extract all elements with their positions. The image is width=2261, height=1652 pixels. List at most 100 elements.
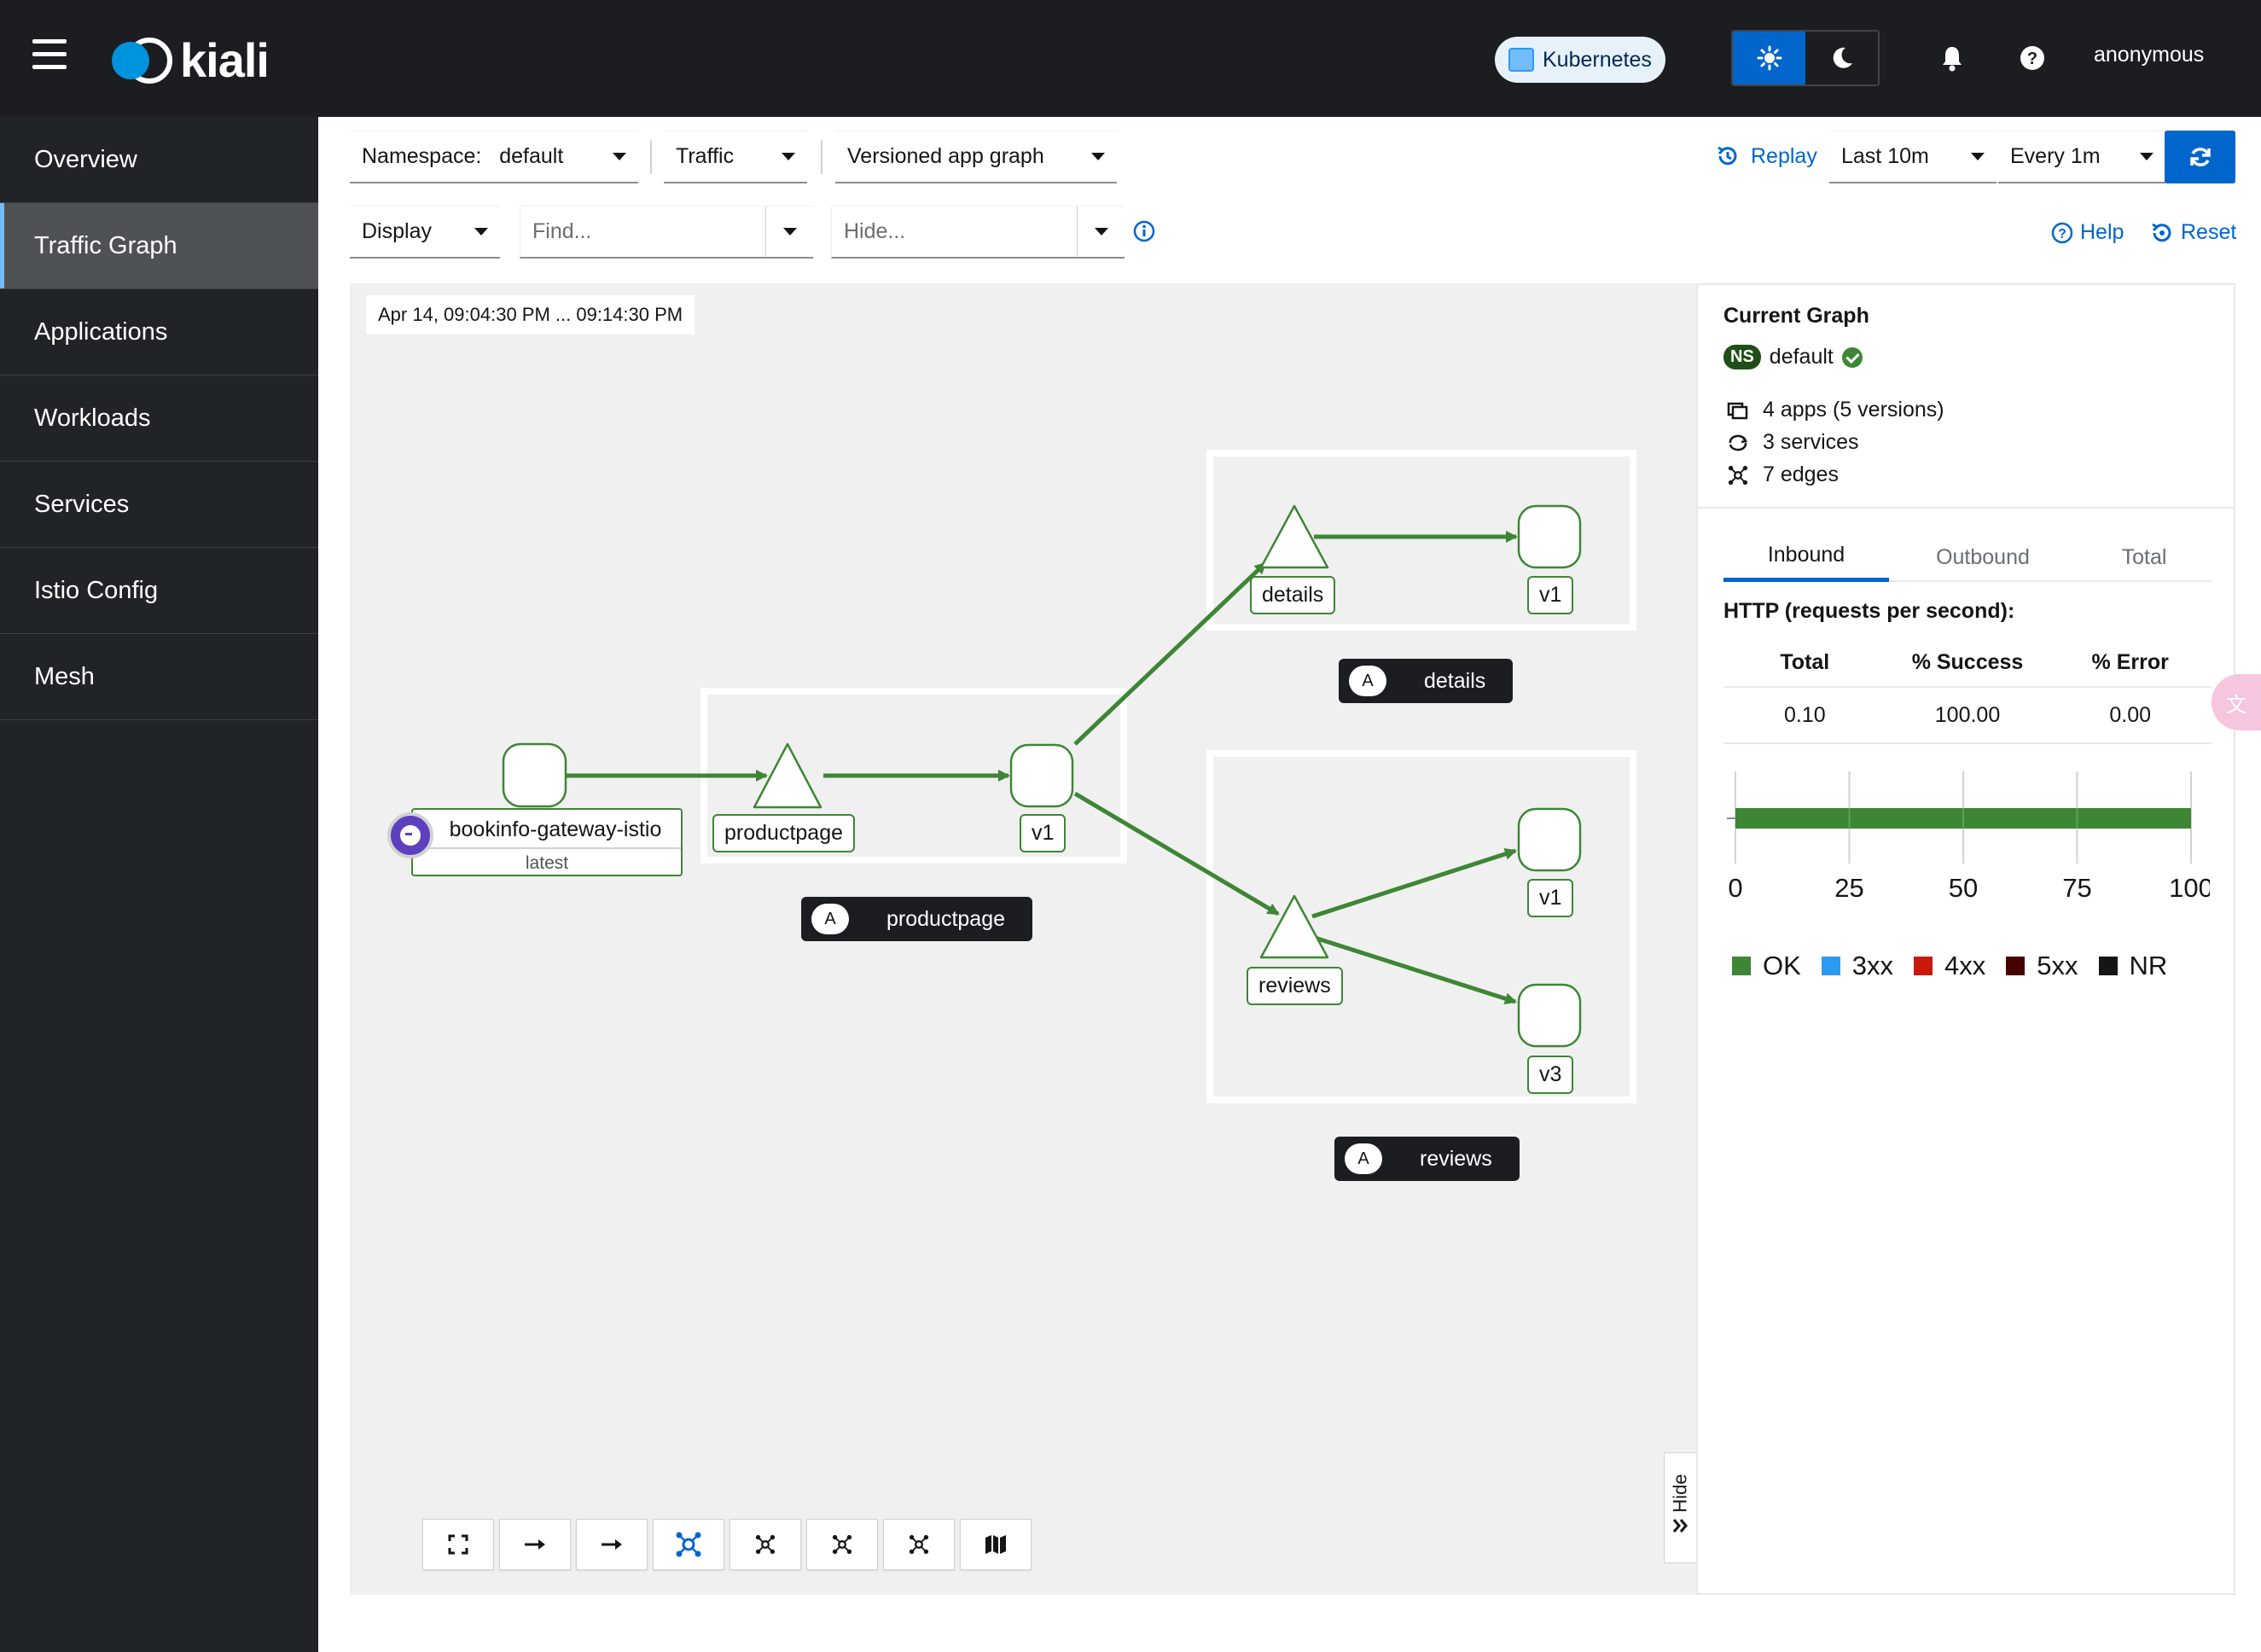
replay-button[interactable]: Replay: [1715, 143, 1817, 169]
hide-input[interactable]: Hide...: [831, 206, 1125, 259]
chevron-down-icon: [613, 153, 626, 160]
gateway-icon: [387, 812, 433, 858]
long-arrow-right-icon: [525, 1539, 545, 1550]
total-rate-cell: 0.10: [1784, 702, 1826, 727]
x-tick-label: 0: [1728, 873, 1742, 899]
reviews-v3-node: [1517, 983, 1582, 1048]
sidebar-item-workloads[interactable]: Workloads: [0, 375, 318, 462]
topology-icon: [1728, 465, 1748, 485]
chevron-down-icon: [1091, 153, 1105, 160]
hide-placeholder: Hide...: [844, 219, 906, 243]
refresh-button[interactable]: [2165, 131, 2235, 183]
divider: [650, 140, 652, 174]
graph-toolbar: [422, 1519, 1037, 1570]
kiali-logo[interactable]: kiali: [107, 32, 270, 88]
productpage-service-label[interactable]: productpage: [712, 814, 856, 852]
reviews-service-label[interactable]: reviews: [1247, 967, 1343, 1005]
legend-label: OK: [1763, 951, 1801, 980]
legend-item-ok: OK: [1732, 951, 1801, 981]
user-menu[interactable]: anonymous: [2094, 43, 2204, 67]
reviews-v1-label[interactable]: v1: [1527, 879, 1574, 917]
cluster-badge[interactable]: Kubernetes: [1495, 37, 1665, 83]
graph-canvas[interactable]: Apr 14, 09:04:30 PM ... 09:14:30 PM book…: [350, 283, 1696, 1595]
column-header: % Success: [1911, 650, 2024, 674]
display-dropdown[interactable]: Display: [350, 206, 500, 259]
find-placeholder: Find...: [532, 219, 592, 243]
details-service-label[interactable]: details: [1250, 576, 1336, 614]
traffic-dropdown[interactable]: Traffic: [664, 131, 807, 183]
duration-value: Last 10m: [1841, 144, 1929, 168]
legend-item-5xx: 5xx: [2006, 951, 2078, 981]
help-label: Help: [2080, 220, 2124, 244]
map-icon: [985, 1535, 1006, 1554]
tab-outbound[interactable]: Outbound: [1889, 532, 2077, 582]
bell-icon[interactable]: [1935, 41, 1969, 75]
details-v1-label[interactable]: v1: [1527, 576, 1574, 614]
sync-icon: [2189, 148, 2211, 166]
namespace-name[interactable]: default: [1770, 345, 1834, 369]
namespace-dropdown[interactable]: Namespace: default: [350, 131, 638, 183]
sidebar-item-services[interactable]: Services: [0, 462, 318, 548]
legend-item-nr: NR: [2098, 951, 2167, 981]
translate-icon[interactable]: 文: [2212, 674, 2261, 730]
app-badge: A: [811, 904, 849, 934]
legend-button[interactable]: [960, 1519, 1032, 1570]
sidebar-item-traffic-graph[interactable]: Traffic Graph: [0, 203, 318, 289]
help-icon[interactable]: ?: [2015, 41, 2049, 75]
hamburger-menu-icon[interactable]: [32, 39, 67, 72]
svg-text:?: ?: [2027, 49, 2037, 68]
find-options-button[interactable]: [765, 206, 813, 257]
column-header: % Error: [2091, 650, 2169, 674]
apps-count-row: 4 apps (5 versions): [1727, 398, 1944, 422]
namespace-label: Namespace:: [362, 144, 482, 168]
reviews-v3-label[interactable]: v3: [1527, 1056, 1574, 1094]
namespace-value: default: [499, 144, 564, 168]
productpage-app-label[interactable]: A productpage: [801, 897, 1033, 941]
sidebar-item-applications[interactable]: Applications: [0, 289, 318, 375]
help-link[interactable]: ? Help: [2051, 220, 2124, 245]
layout-vertical-button[interactable]: [576, 1519, 648, 1570]
layout-3-button[interactable]: [883, 1519, 955, 1570]
sidebar-item-mesh[interactable]: Mesh: [0, 634, 318, 720]
rate-table-header: Total % Success % Error: [1723, 643, 2212, 688]
tab-inbound[interactable]: Inbound: [1723, 532, 1889, 582]
hide-panel-tab[interactable]: Hide: [1664, 1452, 1696, 1563]
info-icon[interactable]: [1133, 220, 1155, 242]
error-rate-cell: 0.00: [2109, 702, 2152, 727]
reset-label: Reset: [2181, 220, 2237, 244]
sidebar-item-istio-config[interactable]: Istio Config: [0, 548, 318, 634]
legend-label: 5xx: [2037, 951, 2078, 980]
light-theme-button[interactable]: [1733, 32, 1805, 84]
details-app-label[interactable]: A details: [1339, 659, 1514, 703]
dark-theme-button[interactable]: [1805, 32, 1878, 84]
tab-total[interactable]: Total: [2077, 532, 2212, 582]
masthead: kiali Kubernetes ? anonymous: [0, 0, 2261, 117]
sidebar-item-overview[interactable]: Overview: [0, 117, 318, 203]
find-input[interactable]: Find...: [520, 206, 813, 259]
table-row: 0.10 100.00 0.00: [1723, 688, 2212, 744]
theme-toggle[interactable]: [1731, 30, 1880, 86]
services-count: 3 services: [1763, 430, 1859, 454]
graph-type-dropdown[interactable]: Versioned app graph: [835, 131, 1117, 183]
chevron-down-icon: [2140, 153, 2153, 160]
productpage-v1-label[interactable]: v1: [1020, 814, 1067, 852]
topology-icon: [755, 1534, 776, 1555]
x-tick-label: 100: [2169, 873, 2210, 899]
layout-default-button[interactable]: [653, 1519, 724, 1570]
layout-horizontal-button[interactable]: [499, 1519, 571, 1570]
sidebar-nav: Overview Traffic Graph Applications Work…: [0, 117, 318, 1652]
reset-link[interactable]: Reset: [2150, 220, 2236, 245]
reviews-app-label[interactable]: A reviews: [1334, 1137, 1520, 1181]
http-rate-title: HTTP (requests per second):: [1723, 599, 2015, 623]
gateway-label[interactable]: bookinfo-gateway-istio latest: [411, 808, 683, 876]
kiali-logo-icon: [112, 37, 172, 84]
database-icon: [1508, 48, 1534, 72]
x-tick-label: 25: [1834, 873, 1863, 899]
hide-options-button[interactable]: [1077, 206, 1125, 257]
layout-2-button[interactable]: [806, 1519, 878, 1570]
fit-to-screen-button[interactable]: [422, 1519, 494, 1570]
refresh-interval-dropdown[interactable]: Every 1m: [1998, 131, 2165, 183]
layout-1-button[interactable]: [729, 1519, 801, 1570]
traffic-tabs: Inbound Outbound Total: [1723, 532, 2212, 582]
duration-dropdown[interactable]: Last 10m: [1829, 131, 1997, 183]
